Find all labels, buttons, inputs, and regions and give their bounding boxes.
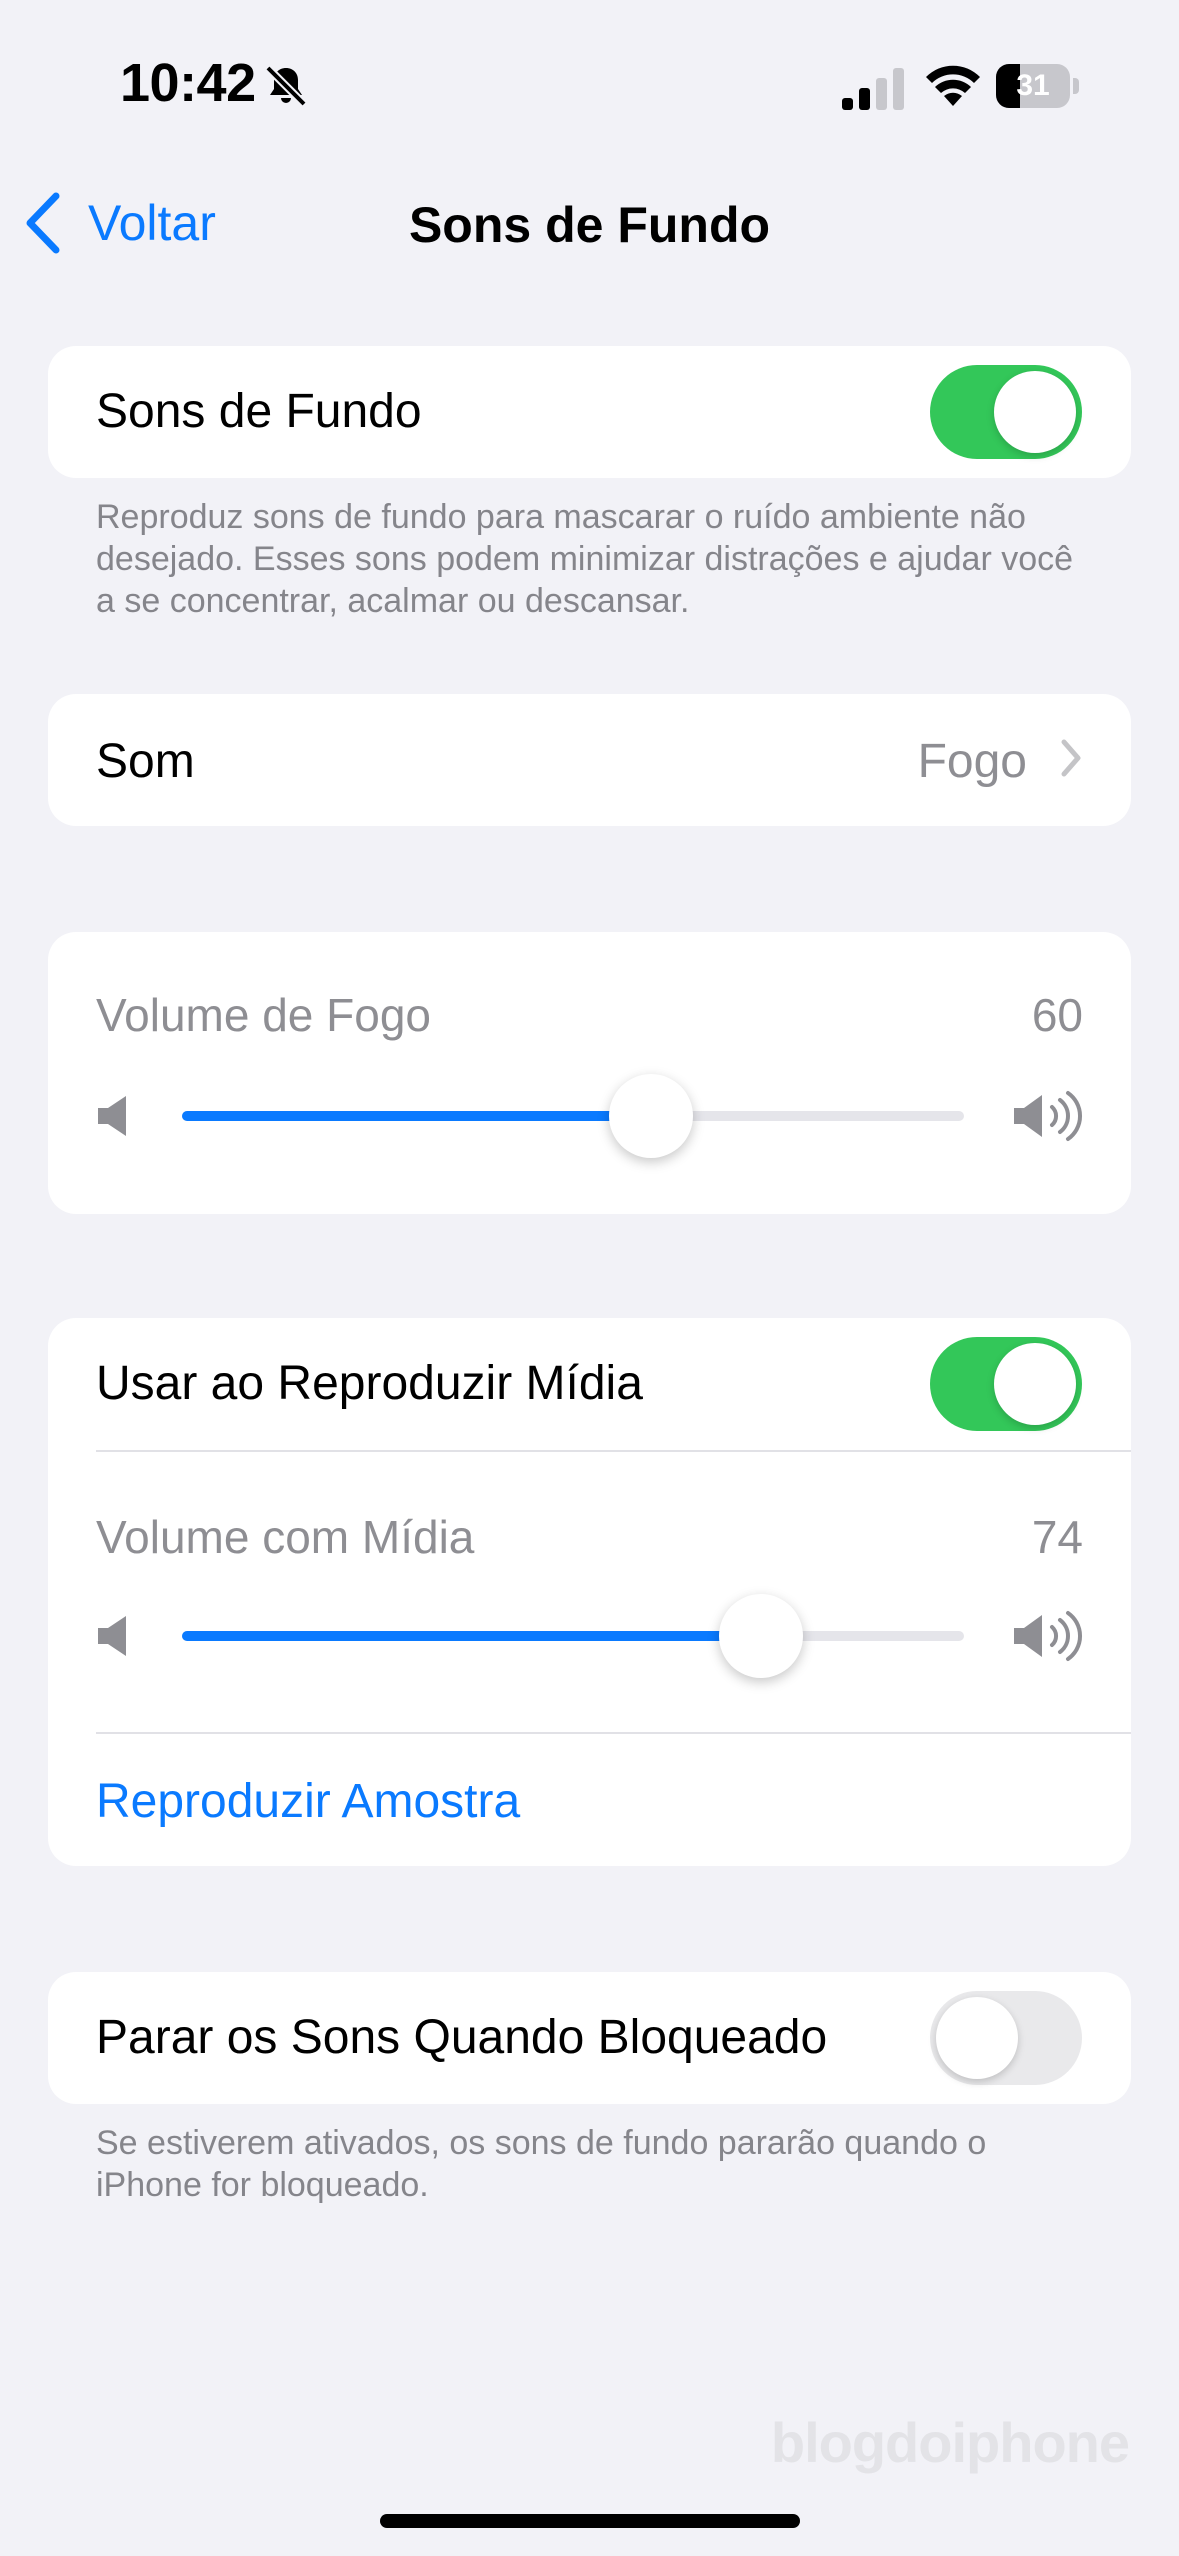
volume-slider[interactable] bbox=[182, 1074, 964, 1158]
media-toggle[interactable] bbox=[930, 1337, 1082, 1431]
stop-when-locked-card: Parar os Sons Quando Bloqueado bbox=[48, 1972, 1131, 2104]
stop-when-locked-label: Parar os Sons Quando Bloqueado bbox=[96, 2011, 828, 2064]
divider bbox=[96, 1450, 1131, 1452]
watermark: blogdoiphone bbox=[770, 2411, 1130, 2474]
background-sounds-footnote: Reproduz sons de fundo para mascarar o r… bbox=[96, 498, 1074, 620]
media-volume-label: Volume com Mídia bbox=[96, 1511, 475, 1563]
media-volume-slider-thumb[interactable] bbox=[718, 1594, 803, 1678]
battery-level: 31 bbox=[1016, 69, 1050, 102]
speaker-high-icon bbox=[1014, 1091, 1082, 1141]
home-indicator[interactable] bbox=[380, 2514, 800, 2528]
stop-when-locked-footnote: Se estiverem ativados, os sons de fundo … bbox=[96, 2124, 987, 2204]
background-sounds-card: Sons de Fundo bbox=[48, 346, 1131, 478]
background-sounds-label: Sons de Fundo bbox=[96, 385, 422, 438]
sound-label: Som bbox=[96, 735, 195, 788]
media-volume-value: 74 bbox=[1031, 1511, 1083, 1563]
volume-slider-thumb[interactable] bbox=[609, 1074, 694, 1158]
silent-bell-icon bbox=[265, 65, 307, 107]
speaker-high-icon bbox=[1014, 1611, 1082, 1661]
battery-icon: 31 bbox=[996, 64, 1080, 108]
volume-value: 60 bbox=[1031, 989, 1083, 1041]
play-sample-button[interactable]: Reproduzir Amostra bbox=[96, 1774, 520, 1829]
volume-card: Volume de Fogo 60 bbox=[48, 932, 1131, 1214]
volume-slider-fill bbox=[182, 1111, 652, 1121]
page-title: Sons de Fundo bbox=[408, 197, 771, 253]
background-sounds-toggle[interactable] bbox=[930, 365, 1082, 459]
media-card: Usar ao Reproduzir Mídia Volume com Mídi… bbox=[48, 1318, 1131, 1866]
divider bbox=[96, 1732, 1131, 1734]
speaker-low-icon bbox=[98, 1096, 126, 1136]
status-time: 10:42 bbox=[120, 53, 256, 113]
wifi-icon bbox=[926, 65, 980, 106]
volume-label: Volume de Fogo bbox=[96, 989, 432, 1041]
media-volume-slider-fill bbox=[182, 1631, 761, 1641]
chevron-right-icon bbox=[1061, 739, 1081, 777]
media-label: Usar ao Reproduzir Mídia bbox=[96, 1357, 643, 1410]
cellular-signal-icon bbox=[842, 68, 904, 110]
stop-when-locked-toggle[interactable] bbox=[930, 1991, 1082, 2085]
speaker-low-icon bbox=[98, 1616, 126, 1656]
sound-row[interactable]: Som Fogo bbox=[48, 694, 1131, 826]
media-volume-slider[interactable] bbox=[182, 1594, 964, 1678]
sound-value: Fogo bbox=[917, 735, 1027, 788]
